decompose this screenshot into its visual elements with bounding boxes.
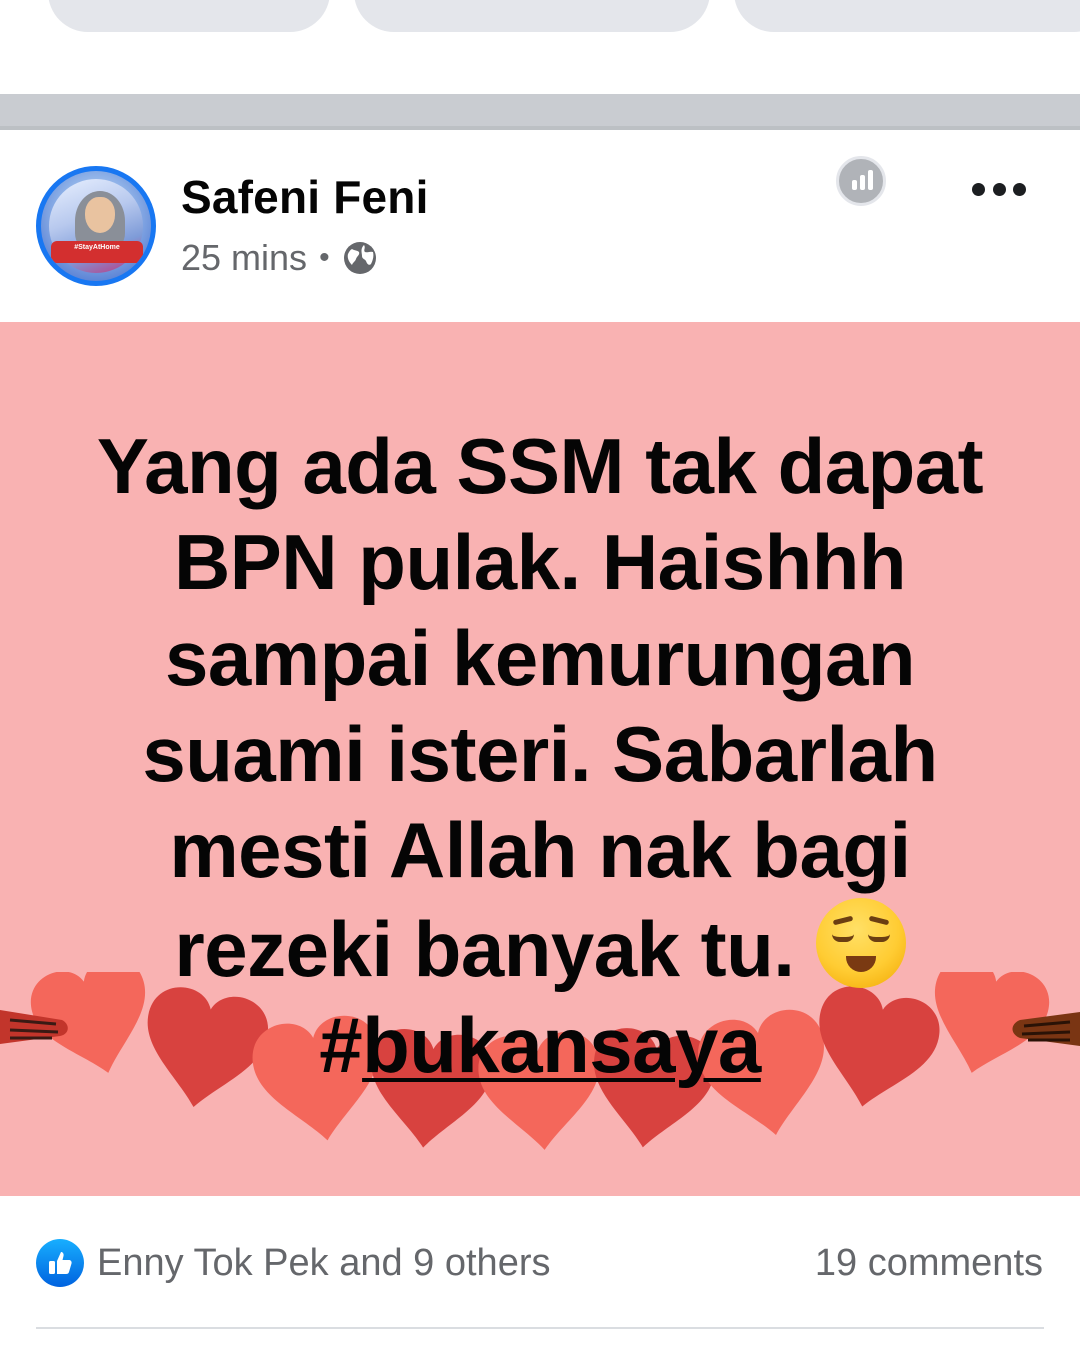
likes-summary[interactable]: Enny Tok Pek and 9 others — [97, 1240, 550, 1286]
insights-icon[interactable] — [836, 156, 886, 206]
avatar-face — [85, 197, 115, 233]
more-dot-3 — [1013, 182, 1026, 196]
emoji-eye-right — [867, 934, 890, 942]
action-button-3[interactable] — [734, 0, 1080, 32]
post-text-line: suami isteri. Sabarlah — [142, 710, 938, 798]
hashtag-link[interactable]: bukansaya — [362, 1001, 761, 1089]
meta-separator: • — [319, 241, 330, 274]
insights-bar-3 — [868, 170, 873, 190]
post-time[interactable]: 25 mins — [181, 237, 307, 279]
action-button-1[interactable] — [48, 0, 330, 32]
relieved-face-emoji — [815, 898, 906, 988]
emoji-mouth — [845, 956, 876, 972]
emoji-eye-left — [831, 934, 854, 942]
avatar-frame-text: #StayAtHome — [74, 244, 120, 251]
post-text-line: rezeki banyak tu. — [174, 905, 795, 993]
insights-bar-1 — [852, 180, 857, 190]
comments-count[interactable]: 19 comments — [815, 1240, 1043, 1286]
post-text-line: sampai kemurungan — [164, 614, 916, 702]
post-header: #StayAtHome Safeni Feni 25 mins • — [0, 130, 1080, 322]
more-options-icon[interactable] — [972, 174, 1026, 204]
post-text-line: mesti Allah nak bagi — [169, 806, 911, 894]
more-dot-1 — [972, 182, 985, 196]
post-text-line: BPN pulak. Haishhh — [173, 518, 907, 606]
author-name[interactable]: Safeni Feni — [181, 170, 429, 224]
globe-icon — [343, 242, 376, 274]
more-dot-2 — [992, 182, 1006, 196]
thumbs-up-icon — [49, 1252, 72, 1274]
post-meta: 25 mins • — [181, 237, 378, 279]
like-icon — [36, 1239, 84, 1287]
reactions-divider — [36, 1327, 1044, 1329]
reactions-bar: Enny Tok Pek and 9 others 19 comments — [0, 1196, 1080, 1350]
post-text: Yang ada SSM tak dapat BPN pulak. Haishh… — [60, 418, 1020, 1093]
insights-bar-2 — [860, 175, 865, 190]
emoji-brow-left — [832, 915, 853, 926]
hashtag-line: #bukansaya — [60, 997, 1020, 1093]
post-text-line: Yang ada SSM tak dapat — [96, 422, 984, 510]
feed-separator — [0, 94, 1080, 130]
action-button-2[interactable] — [354, 0, 710, 32]
top-action-strip — [0, 0, 1080, 94]
avatar[interactable]: #StayAtHome — [36, 166, 156, 286]
hashtag-prefix: # — [319, 1001, 363, 1089]
facebook-feed: #StayAtHome Safeni Feni 25 mins • Yang a… — [0, 0, 1080, 1350]
emoji-brow-right — [868, 915, 889, 926]
post-text-line-with-emoji: rezeki banyak tu. — [60, 898, 1020, 997]
post-body[interactable]: Yang ada SSM tak dapat BPN pulak. Haishh… — [0, 322, 1080, 1196]
